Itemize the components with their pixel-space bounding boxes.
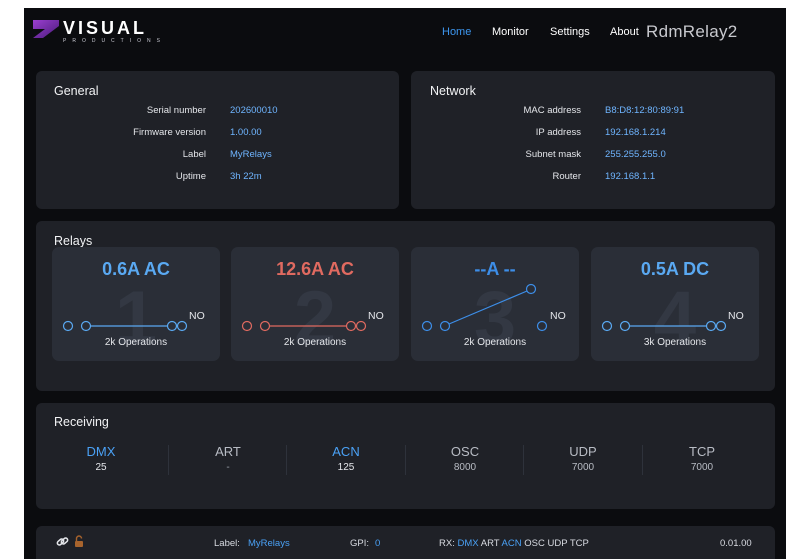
relay-card-3[interactable]: 3 --A -- NO 2k Operations: [411, 247, 579, 361]
footer-rx-acn: ACN: [501, 538, 522, 549]
relay-ops-label: Operations: [657, 337, 707, 348]
relay-ops-label: Operations: [297, 337, 347, 348]
relay-ops-label: Operations: [477, 337, 527, 348]
relay-ops-count: 2k: [283, 337, 295, 348]
label-value: MyRelays: [230, 149, 272, 160]
relays-title: Relays: [54, 234, 93, 248]
rx-tcp: TCP 7000: [642, 444, 762, 473]
relay-card-2[interactable]: 2 12.6A AC NO 2k Operations: [231, 247, 399, 361]
ip-address-label: IP address: [535, 127, 581, 138]
rx-protocol-value: 25: [95, 462, 107, 473]
link-icon[interactable]: [56, 536, 70, 548]
router-label: Router: [552, 171, 581, 182]
general-title: General: [54, 84, 99, 98]
relay-no-label: NO: [728, 310, 744, 322]
rx-protocol-value: -: [226, 462, 230, 473]
ip-address-value: 192.168.1.214: [605, 127, 666, 138]
logo-mark-icon: [33, 20, 59, 38]
footer-rx-dmx: DMX: [457, 538, 479, 549]
rx-art: ART -: [168, 444, 288, 473]
rx-udp: UDP 7000: [523, 444, 643, 473]
relay-ops-count: 3k: [643, 337, 655, 348]
footer-rx-tcp: TCP: [569, 538, 589, 549]
footer-rx-osc: OSC: [524, 538, 545, 549]
relay-operations: 2k Operations: [411, 337, 579, 348]
rx-protocol-name: UDP: [569, 444, 597, 459]
uptime-value: 3h 22m: [230, 171, 262, 182]
label-label: Label: [182, 149, 206, 160]
rx-protocol-name: ART: [215, 444, 241, 459]
footer-label-caption: Label:: [214, 538, 240, 549]
relay-ops-label: Operations: [118, 337, 168, 348]
receiving-title: Receiving: [54, 415, 109, 429]
footer-label-value: MyRelays: [248, 538, 290, 549]
status-bar: [36, 526, 775, 559]
rx-protocol-name: DMX: [86, 444, 116, 459]
footer-gpi-caption: GPI:: [350, 538, 370, 549]
mac-address-label: MAC address: [523, 105, 581, 116]
serial-number-label: Serial number: [146, 105, 206, 116]
router-value: 192.168.1.1: [605, 171, 656, 182]
subnet-mask-value: 255.255.255.0: [605, 149, 666, 160]
rx-protocol-value: 7000: [690, 462, 714, 473]
lock-open-icon[interactable]: [74, 535, 84, 548]
footer-rx-caption: RX:: [439, 538, 455, 549]
relay-no-label: NO: [550, 310, 566, 322]
network-title: Network: [430, 84, 476, 98]
subnet-mask-label: Subnet mask: [525, 149, 581, 160]
firmware-version-label: Firmware version: [133, 127, 206, 138]
rx-osc: OSC 8000: [405, 444, 525, 473]
relay-operations: 2k Operations: [231, 337, 399, 348]
footer-gpi-value: 0: [375, 538, 381, 549]
brand-logo[interactable]: VISUAL PRODUCTIONS: [33, 18, 161, 46]
footer-rx-art: ART: [480, 538, 500, 549]
relay-operations: 2k Operations: [52, 337, 220, 348]
footer-version: 0.01.00: [720, 538, 752, 549]
logo-text: VISUAL: [63, 18, 148, 38]
rx-protocol-value: 125: [337, 462, 355, 473]
relay-no-label: NO: [368, 310, 384, 322]
rx-protocol-name: TCP: [689, 444, 715, 459]
nav-about[interactable]: About: [610, 26, 639, 38]
relay-card-4[interactable]: 4 0.5A DC NO 3k Operations: [591, 247, 759, 361]
relay-no-label: NO: [189, 310, 205, 322]
serial-number-value: 202600010: [230, 105, 278, 116]
nav-home[interactable]: Home: [442, 26, 471, 38]
rx-dmx: DMX 25: [41, 444, 161, 473]
device-name: RdmRelay2: [646, 22, 738, 41]
relay-operations: 3k Operations: [591, 337, 759, 348]
relay-ops-count: 2k: [104, 337, 116, 348]
rx-protocol-name: ACN: [332, 444, 360, 459]
rx-protocol-name: OSC: [450, 444, 480, 459]
rx-acn: ACN 125: [286, 444, 406, 473]
rx-protocol-value: 8000: [453, 462, 477, 473]
uptime-label: Uptime: [175, 171, 206, 182]
logo-subtext: PRODUCTIONS: [63, 38, 166, 44]
nav-monitor[interactable]: Monitor: [492, 26, 529, 38]
nav-settings[interactable]: Settings: [550, 26, 590, 38]
footer-rx-status: RX: DMX ART ACN OSC UDP TCP: [439, 538, 589, 549]
footer-rx-udp: UDP: [547, 538, 568, 549]
relay-card-1[interactable]: 1 0.6A AC NO 2k Operations: [52, 247, 220, 361]
mac-address-value: B8:D8:12:80:89:91: [605, 105, 685, 116]
rx-protocol-value: 7000: [571, 462, 595, 473]
relay-ops-count: 2k: [463, 337, 475, 348]
firmware-version-value: 1.00.00: [230, 127, 262, 138]
